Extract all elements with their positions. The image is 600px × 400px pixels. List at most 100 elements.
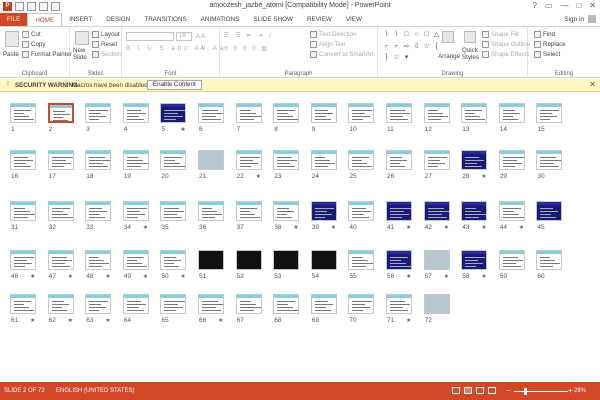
quick-styles-button[interactable]: Quick Styles [462, 47, 480, 61]
slide-thumbnail[interactable] [10, 103, 36, 123]
slide-thumbnail[interactable] [85, 201, 112, 221]
font-size-input[interactable]: 18 [176, 32, 192, 41]
slide-thumbnail[interactable] [273, 103, 300, 123]
slide-thumbnail[interactable] [423, 250, 450, 270]
tab-insert[interactable]: INSERT [62, 13, 99, 26]
arrange-button[interactable]: Arrange [438, 53, 460, 60]
slide-thumbnail[interactable] [85, 150, 112, 170]
tab-design[interactable]: DESIGN [99, 13, 137, 26]
slideshow-view-icon[interactable] [488, 387, 496, 394]
select-button[interactable]: Select [534, 51, 560, 58]
triangle-shape-icon[interactable]: △ [432, 30, 441, 41]
zoom-level[interactable]: 28% [574, 388, 586, 394]
slide-thumbnail[interactable] [10, 150, 36, 170]
slide-thumbnail[interactable] [10, 294, 36, 314]
slide-thumbnail[interactable] [536, 201, 563, 221]
reset-button[interactable]: Reset [92, 41, 117, 48]
cut-button[interactable]: Cut [22, 31, 41, 38]
rect-shape-icon[interactable]: □ [422, 30, 431, 41]
normal-view-icon[interactable] [452, 387, 460, 394]
font-color-button[interactable]: A [200, 45, 204, 52]
slide-thumbnail[interactable] [386, 294, 412, 314]
help-button[interactable]: ? [532, 1, 536, 10]
oval-shape-icon[interactable]: ○ [412, 30, 421, 41]
slide-thumbnail[interactable] [198, 294, 224, 314]
tab-view[interactable]: VIEW [339, 13, 369, 26]
slide-thumbnail[interactable] [122, 201, 149, 221]
arrow-shape-icon[interactable]: ⇨ [402, 42, 411, 53]
list-buttons[interactable]: ☰ ☰ ⇤ ⇥ ↕ [224, 32, 273, 39]
shape-effects-button[interactable]: Shape Effects [482, 51, 529, 58]
slide-thumbnail[interactable] [198, 201, 224, 221]
close-button[interactable]: ✕ [589, 1, 596, 10]
maximize-button[interactable]: □ [576, 1, 581, 10]
slide-thumbnail[interactable] [310, 150, 337, 170]
arrange-icon[interactable] [442, 31, 454, 43]
paste-button[interactable]: Paste [3, 51, 19, 58]
slide-thumbnail[interactable] [498, 201, 525, 221]
transition-star-icon[interactable]: ★ [293, 224, 298, 231]
transition-star-icon[interactable]: ★ [30, 273, 35, 280]
slide-thumbnail[interactable] [235, 201, 262, 221]
slide-thumbnail[interactable] [498, 250, 525, 270]
reading-view-icon[interactable] [476, 387, 484, 394]
slide-thumbnail[interactable] [47, 103, 74, 123]
transition-star-icon[interactable]: ★ [105, 273, 110, 280]
enable-content-button[interactable]: Enable Content [147, 80, 202, 90]
slide-thumbnail[interactable] [423, 150, 450, 170]
slide-thumbnail[interactable] [160, 201, 187, 221]
slide-thumbnail[interactable] [85, 103, 112, 123]
shape-fill-button[interactable]: Shape Fill [482, 31, 519, 38]
paste-icon[interactable] [5, 31, 19, 47]
slide-thumbnail[interactable] [310, 201, 337, 221]
slide-thumbnail[interactable] [235, 294, 262, 314]
slide-thumbnail[interactable] [235, 103, 262, 123]
transition-star-icon[interactable]: ★ [481, 273, 486, 280]
account-area[interactable]: Sign in [564, 15, 596, 23]
new-slide-button[interactable]: New Slide [73, 47, 93, 61]
slide-thumbnail[interactable] [348, 294, 375, 314]
tab-review[interactable]: REVIEW [300, 13, 339, 26]
slide-thumbnail[interactable] [348, 201, 375, 221]
slide-thumbnail[interactable] [310, 294, 337, 314]
slide-thumbnail[interactable] [461, 150, 488, 170]
transition-star-icon[interactable]: ★ [256, 173, 261, 180]
slide-thumbnail[interactable] [47, 294, 74, 314]
slide-thumbnail[interactable] [10, 201, 36, 221]
text-direction-button[interactable]: Text Direction [310, 31, 356, 38]
shapes-gallery[interactable]: \ \ □ ○ □ △ ⌐ ⌐ ⇨ ⇩ ☆{ } ☆ ▾ [382, 30, 441, 64]
slide-thumbnail[interactable] [386, 201, 412, 221]
convert-smartart-button[interactable]: Convert to SmartArt [310, 51, 374, 58]
slide-thumbnail[interactable] [85, 250, 112, 270]
slide-thumbnail[interactable] [160, 150, 187, 170]
transition-star-icon[interactable]: ★ [406, 273, 411, 280]
transition-star-icon[interactable]: ★ [218, 317, 223, 324]
zoom-out-button[interactable]: − [506, 386, 511, 395]
slide-thumbnail[interactable] [310, 250, 337, 270]
font-grow-shrink[interactable]: A A [196, 33, 205, 40]
copy-button[interactable]: Copy [22, 41, 45, 48]
close-icon[interactable]: ✕ [589, 80, 596, 89]
transition-star-icon[interactable]: ★ [406, 317, 411, 324]
transition-star-icon[interactable]: ★ [105, 317, 110, 324]
slide-thumbnail[interactable] [498, 103, 525, 123]
connector-shape-icon[interactable]: ⌐ [392, 42, 401, 53]
slide-thumbnail[interactable] [498, 150, 525, 170]
tab-home[interactable]: HOME [27, 13, 63, 26]
star-shape-icon[interactable]: ☆ [392, 53, 401, 64]
rect-shape-icon[interactable]: □ [402, 30, 411, 41]
slide-thumbnail[interactable] [536, 250, 563, 270]
transition-star-icon[interactable]: ★ [444, 224, 449, 231]
slide-thumbnail[interactable] [461, 201, 488, 221]
align-buttons[interactable]: ≡ ≡ ≡ ≡ ▥ [224, 45, 269, 52]
sign-in-link[interactable]: Sign in [564, 16, 584, 23]
transition-star-icon[interactable]: ★ [519, 224, 524, 231]
brace-shape-icon[interactable]: { [432, 42, 441, 53]
more-shapes-icon[interactable]: ▾ [402, 53, 411, 64]
slide-thumbnail[interactable] [198, 103, 224, 123]
brace-shape-icon[interactable]: } [382, 53, 391, 64]
format-painter-button[interactable]: Format Painter [22, 51, 72, 58]
slide-thumbnail[interactable] [160, 250, 187, 270]
transition-star-icon[interactable]: ★ [180, 273, 185, 280]
transition-star-icon[interactable]: ★ [331, 224, 336, 231]
